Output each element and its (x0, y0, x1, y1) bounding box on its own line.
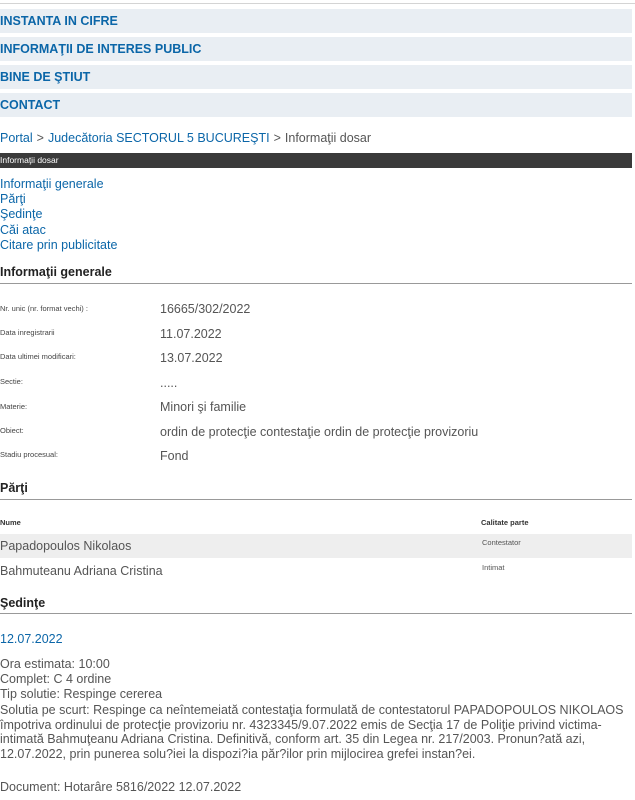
section-divider (0, 499, 632, 500)
link-citare-prin-publicitate[interactable]: Citare prin publicitate (0, 238, 117, 253)
parties-col-name: Nume (0, 518, 21, 527)
section-divider (0, 283, 632, 284)
field-value-data-ultimei-modificari: 13.07.2022 (160, 351, 223, 365)
link-parti[interactable]: Părţi (0, 192, 117, 207)
section-divider (0, 613, 632, 614)
case-info-header-bar: Informaţii dosar (0, 153, 632, 168)
field-value-obiect: ordin de protecţie contestaţie ordin de … (160, 425, 479, 439)
nav-item-label[interactable]: CONTACT (0, 98, 60, 112)
field-value-materie: Minori şi familie (160, 400, 247, 414)
nav-item-instanta-in-cifre[interactable]: INSTANTA IN CIFRE (0, 9, 632, 34)
party-role: Intimat (482, 563, 505, 572)
general-info-title: Informaţii generale (0, 265, 112, 279)
party-name: Papadopoulos Nikolaos (0, 539, 132, 553)
field-label-sectie: Sectie: (0, 377, 23, 386)
hearing-solution-summary: Solutia pe scurt: Respinge ca neîntemeia… (0, 703, 624, 761)
link-cai-atac[interactable]: Căi atac (0, 223, 117, 238)
party-name: Bahmuteanu Adriana Cristina (0, 564, 163, 578)
hearing-panel: Complet: C 4 ordine (0, 672, 112, 686)
field-label-stadiu-procesual: Stadiu procesual: (0, 450, 58, 459)
breadcrumb-separator: > (273, 131, 281, 145)
parties-title: Părţi (0, 481, 28, 495)
hearings-title: Şedinţe (0, 596, 46, 610)
parties-col-role: Calitate parte (481, 518, 529, 527)
link-informatii-generale[interactable]: Informaţii generale (0, 177, 117, 192)
field-value-data-inregistrarii: 11.07.2022 (160, 327, 222, 341)
nav-item-bine-de-stiut[interactable]: BINE DE ŞTIUT (0, 65, 632, 90)
top-divider (0, 3, 635, 4)
hearing-document: Document: Hotarâre 5816/2022 12.07.2022 (0, 780, 242, 794)
breadcrumb-portal-link[interactable]: Portal (0, 131, 33, 145)
hearing-solution-type: Tip solutie: Respinge cererea (0, 687, 163, 701)
nav-item-label[interactable]: INFORMAŢII DE INTERES PUBLIC (0, 42, 201, 56)
case-section-links: Informaţii generale Părţi Şedinţe Căi at… (0, 177, 117, 253)
hearing-time: Ora estimata: 10:00 (0, 657, 110, 671)
field-value-sectie: ..... (160, 376, 178, 390)
field-label-nr-unic: Nr. unic (nr. format vechi) : (0, 304, 88, 313)
table-row: Papadopoulos Nikolaos Contestator (0, 534, 632, 558)
nav-item-label[interactable]: BINE DE ŞTIUT (0, 70, 90, 84)
field-value-nr-unic: 16665/302/2022 (160, 302, 251, 316)
nav-item-contact[interactable]: CONTACT (0, 93, 632, 118)
table-row: Bahmuteanu Adriana Cristina Intimat (0, 559, 632, 583)
breadcrumb-court-link[interactable]: Judecătoria SECTORUL 5 BUCUREŞTI (48, 131, 270, 145)
header-bar-title: Informaţii dosar (0, 155, 59, 165)
nav-item-label[interactable]: INSTANTA IN CIFRE (0, 14, 118, 28)
breadcrumb-current: Informaţii dosar (284, 131, 372, 145)
nav-item-informatii-interes-public[interactable]: INFORMAŢII DE INTERES PUBLIC (0, 37, 632, 62)
link-sedinte[interactable]: Şedinţe (0, 207, 117, 222)
hearing-date: 12.07.2022 (0, 632, 63, 646)
breadcrumb-separator: > (36, 131, 44, 145)
field-label-obiect: Obiect: (0, 426, 24, 435)
field-label-materie: Materie: (0, 402, 28, 411)
field-value-stadiu-procesual: Fond (160, 449, 189, 463)
field-label-data-ultimei-modificari: Data ultimei modificari: (0, 352, 76, 361)
breadcrumb: Portal > Judecătoria SECTORUL 5 BUCUREŞTI >… (0, 131, 371, 145)
field-label-data-inregistrarii: Data inregistrarii (0, 328, 55, 337)
party-role: Contestator (482, 538, 521, 547)
